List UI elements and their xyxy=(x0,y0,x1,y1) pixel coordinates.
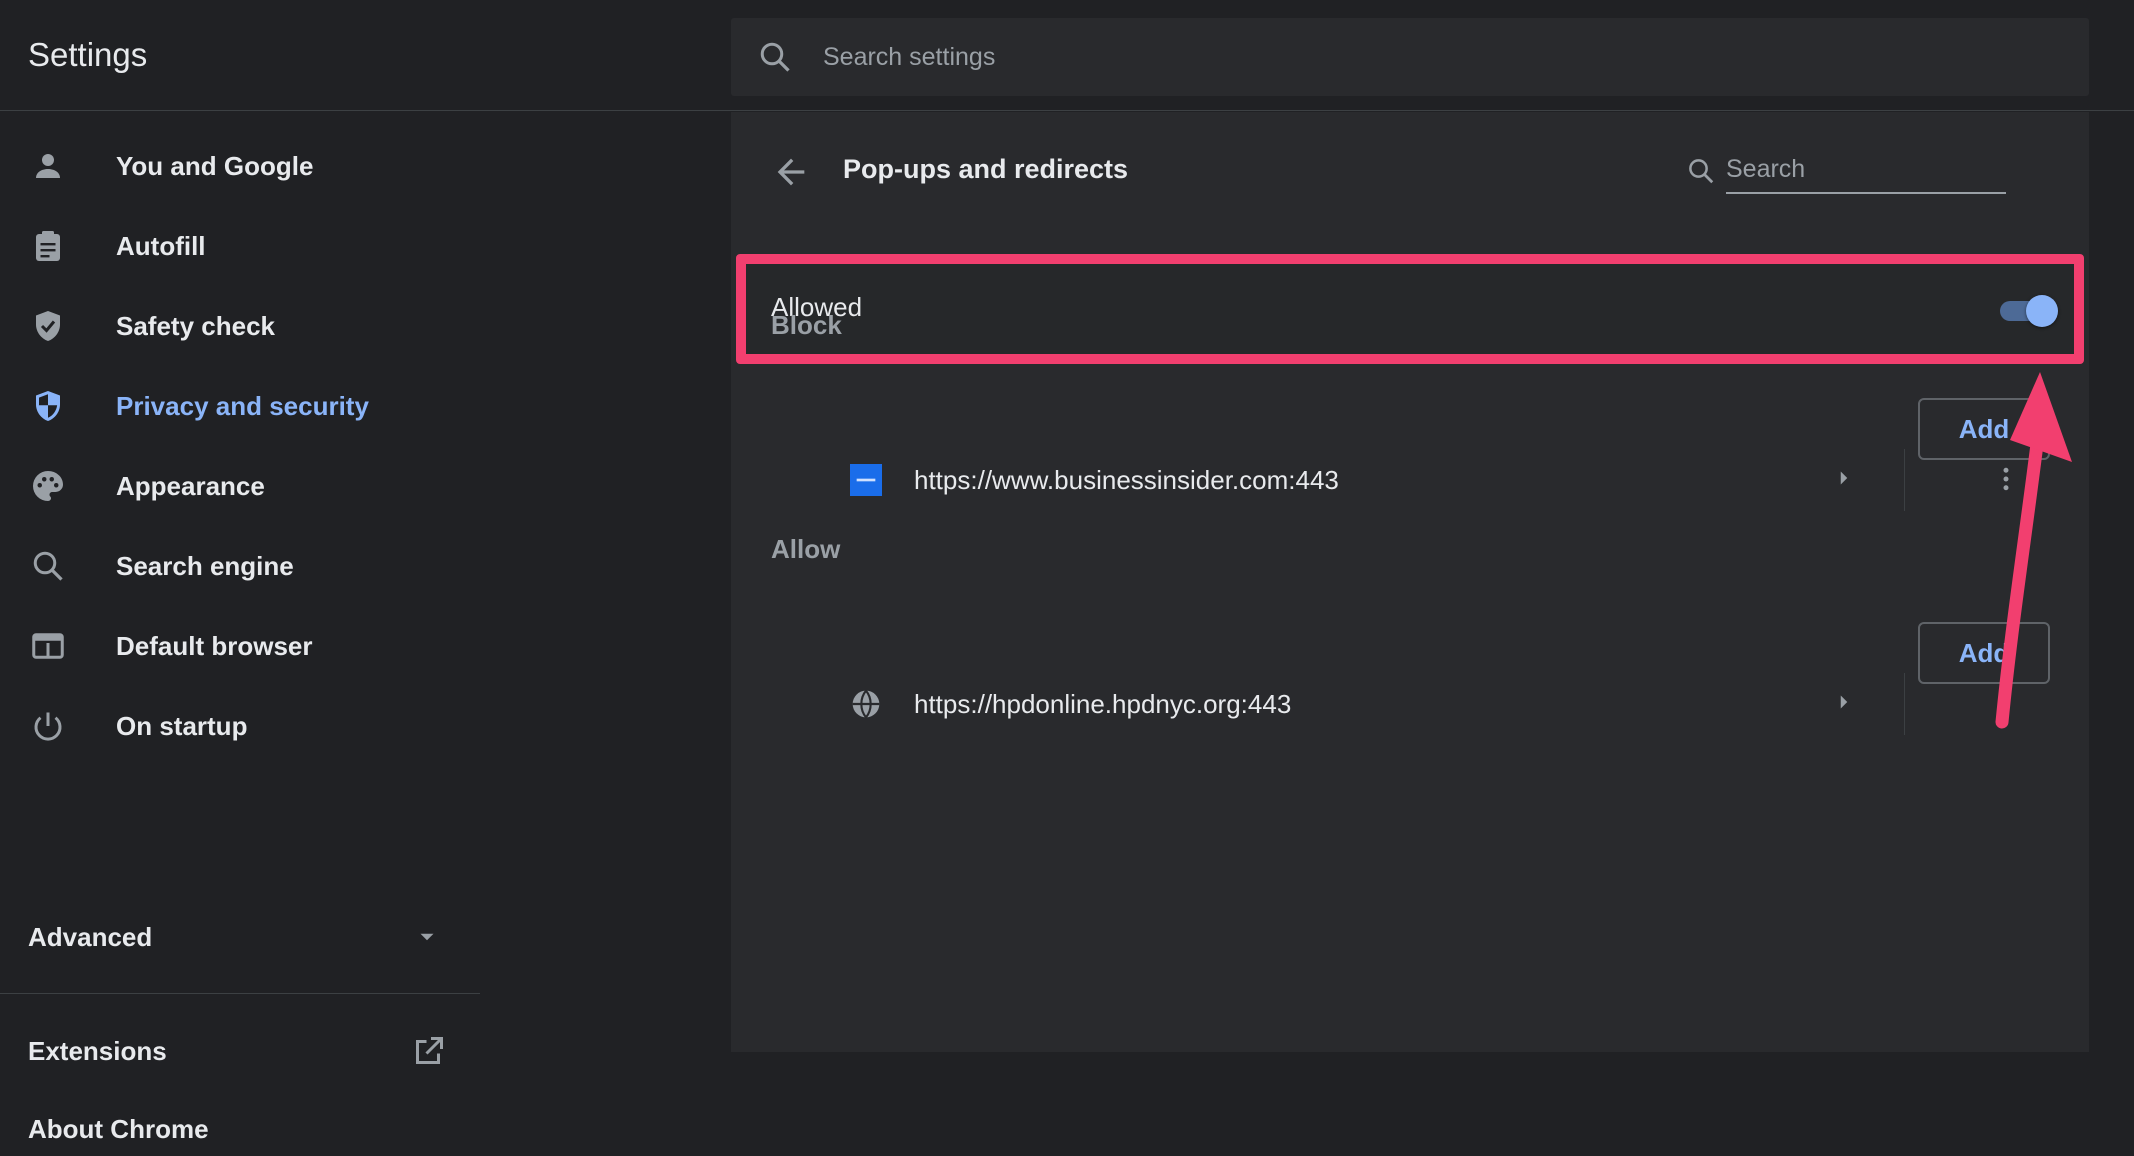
page-title: Pop-ups and redirects xyxy=(843,154,1129,184)
power-icon xyxy=(34,712,62,741)
sidebar-item-label: Safety check xyxy=(116,311,275,341)
block-section-label: Block xyxy=(771,310,842,340)
search-icon xyxy=(1689,159,1714,184)
allowed-setting-row[interactable]: Allowed xyxy=(736,254,2084,364)
sidebar-item-label: On startup xyxy=(116,711,248,741)
chevron-down-icon xyxy=(420,933,434,941)
allow-site-row[interactable]: https://hpdonline.hpdnyc.org:443 xyxy=(731,651,2089,751)
row-divider xyxy=(1904,673,1905,735)
about-chrome-label: About Chrome xyxy=(28,1114,209,1144)
sidebar-item-label: Search engine xyxy=(116,551,294,581)
shield-check-icon xyxy=(36,311,60,341)
sidebar-item-privacy-and-security[interactable]: Privacy and security xyxy=(0,371,480,441)
top-bar: Settings xyxy=(0,0,2134,111)
globe-icon xyxy=(852,689,880,719)
person-icon xyxy=(36,154,60,178)
search-icon xyxy=(33,551,63,581)
sidebar-divider xyxy=(0,993,480,994)
subpage-search-input[interactable] xyxy=(1726,146,2006,194)
chevron-right-icon[interactable] xyxy=(1831,465,1857,491)
block-site-row[interactable]: https://www.businessinsider.com:443 xyxy=(731,427,2089,527)
palette-icon xyxy=(33,471,63,501)
search-settings-box[interactable] xyxy=(731,18,2089,96)
site-url: https://hpdonline.hpdnyc.org:443 xyxy=(914,689,1292,719)
sidebar-item-label: Privacy and security xyxy=(116,391,369,421)
extensions-link[interactable]: Extensions xyxy=(0,1014,480,1084)
advanced-section-toggle[interactable]: Advanced xyxy=(0,902,480,972)
sidebar-item-default-browser[interactable]: Default browser xyxy=(0,611,480,681)
browser-window-icon xyxy=(32,633,64,659)
sidebar-item-label: Autofill xyxy=(116,231,206,261)
allowed-toggle[interactable] xyxy=(1996,292,2062,327)
allow-section-label: Allow xyxy=(771,534,841,564)
advanced-label: Advanced xyxy=(28,922,153,952)
sidebar-item-label: Default browser xyxy=(116,631,313,661)
about-chrome-link[interactable]: About Chrome xyxy=(0,1096,480,1156)
toggle-knob xyxy=(2026,295,2058,327)
row-divider xyxy=(1904,449,1905,511)
sidebar-item-label: You and Google xyxy=(116,151,314,181)
more-vert-icon[interactable] xyxy=(1991,685,2021,721)
back-arrow-icon[interactable] xyxy=(771,152,811,192)
app-title: Settings xyxy=(28,36,148,73)
shield-half-icon xyxy=(36,391,60,421)
sidebar-item-you-and-google[interactable]: You and Google xyxy=(0,131,480,201)
sidebar-item-label: Appearance xyxy=(116,471,265,501)
clipboard-icon xyxy=(36,231,60,261)
site-url: https://www.businessinsider.com:443 xyxy=(914,465,1339,495)
main-panel: Pop-ups and redirects Allowed Block Add … xyxy=(731,112,2089,1052)
open-in-new-icon xyxy=(416,1037,443,1064)
subpage-search-box[interactable] xyxy=(1686,146,2006,196)
sidebar-item-autofill[interactable]: Autofill xyxy=(0,211,480,281)
sidebar-item-on-startup[interactable]: On startup xyxy=(0,691,480,761)
insider-favicon xyxy=(850,464,882,496)
sidebar-item-appearance[interactable]: Appearance xyxy=(0,451,480,521)
sidebar: You and Google Autofill Safety check Pri… xyxy=(0,112,480,1144)
more-vert-icon[interactable] xyxy=(1991,461,2021,497)
sidebar-item-safety-check[interactable]: Safety check xyxy=(0,291,480,361)
chevron-right-icon[interactable] xyxy=(1831,689,1857,715)
search-icon xyxy=(760,42,790,72)
search-settings-input[interactable] xyxy=(823,18,2063,96)
sidebar-item-search-engine[interactable]: Search engine xyxy=(0,531,480,601)
